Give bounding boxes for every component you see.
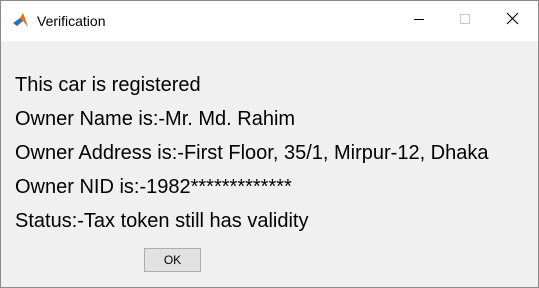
verification-dialog: Verification This car is registered Owne… bbox=[0, 0, 539, 288]
owner-address-text: Owner Address is:-First Floor, 35/1, Mir… bbox=[15, 142, 489, 164]
minimize-icon bbox=[413, 12, 425, 30]
owner-name-text: Owner Name is:-Mr. Md. Rahim bbox=[15, 108, 296, 130]
maximize-icon bbox=[459, 12, 471, 30]
registration-status-text: This car is registered bbox=[15, 74, 201, 96]
title-bar[interactable]: Verification bbox=[1, 1, 538, 41]
ok-button[interactable]: OK bbox=[144, 248, 201, 272]
tax-status-text: Status:-Tax token still has validity bbox=[15, 210, 309, 232]
owner-nid-text: Owner NID is:-1982************* bbox=[15, 176, 292, 198]
close-button[interactable] bbox=[489, 1, 535, 41]
matlab-icon bbox=[12, 12, 29, 29]
maximize-button[interactable] bbox=[442, 1, 488, 41]
dialog-content: This car is registered Owner Name is:-Mr… bbox=[1, 41, 538, 287]
minimize-button[interactable] bbox=[396, 1, 442, 41]
window-title: Verification bbox=[37, 13, 106, 29]
close-icon bbox=[506, 12, 519, 30]
